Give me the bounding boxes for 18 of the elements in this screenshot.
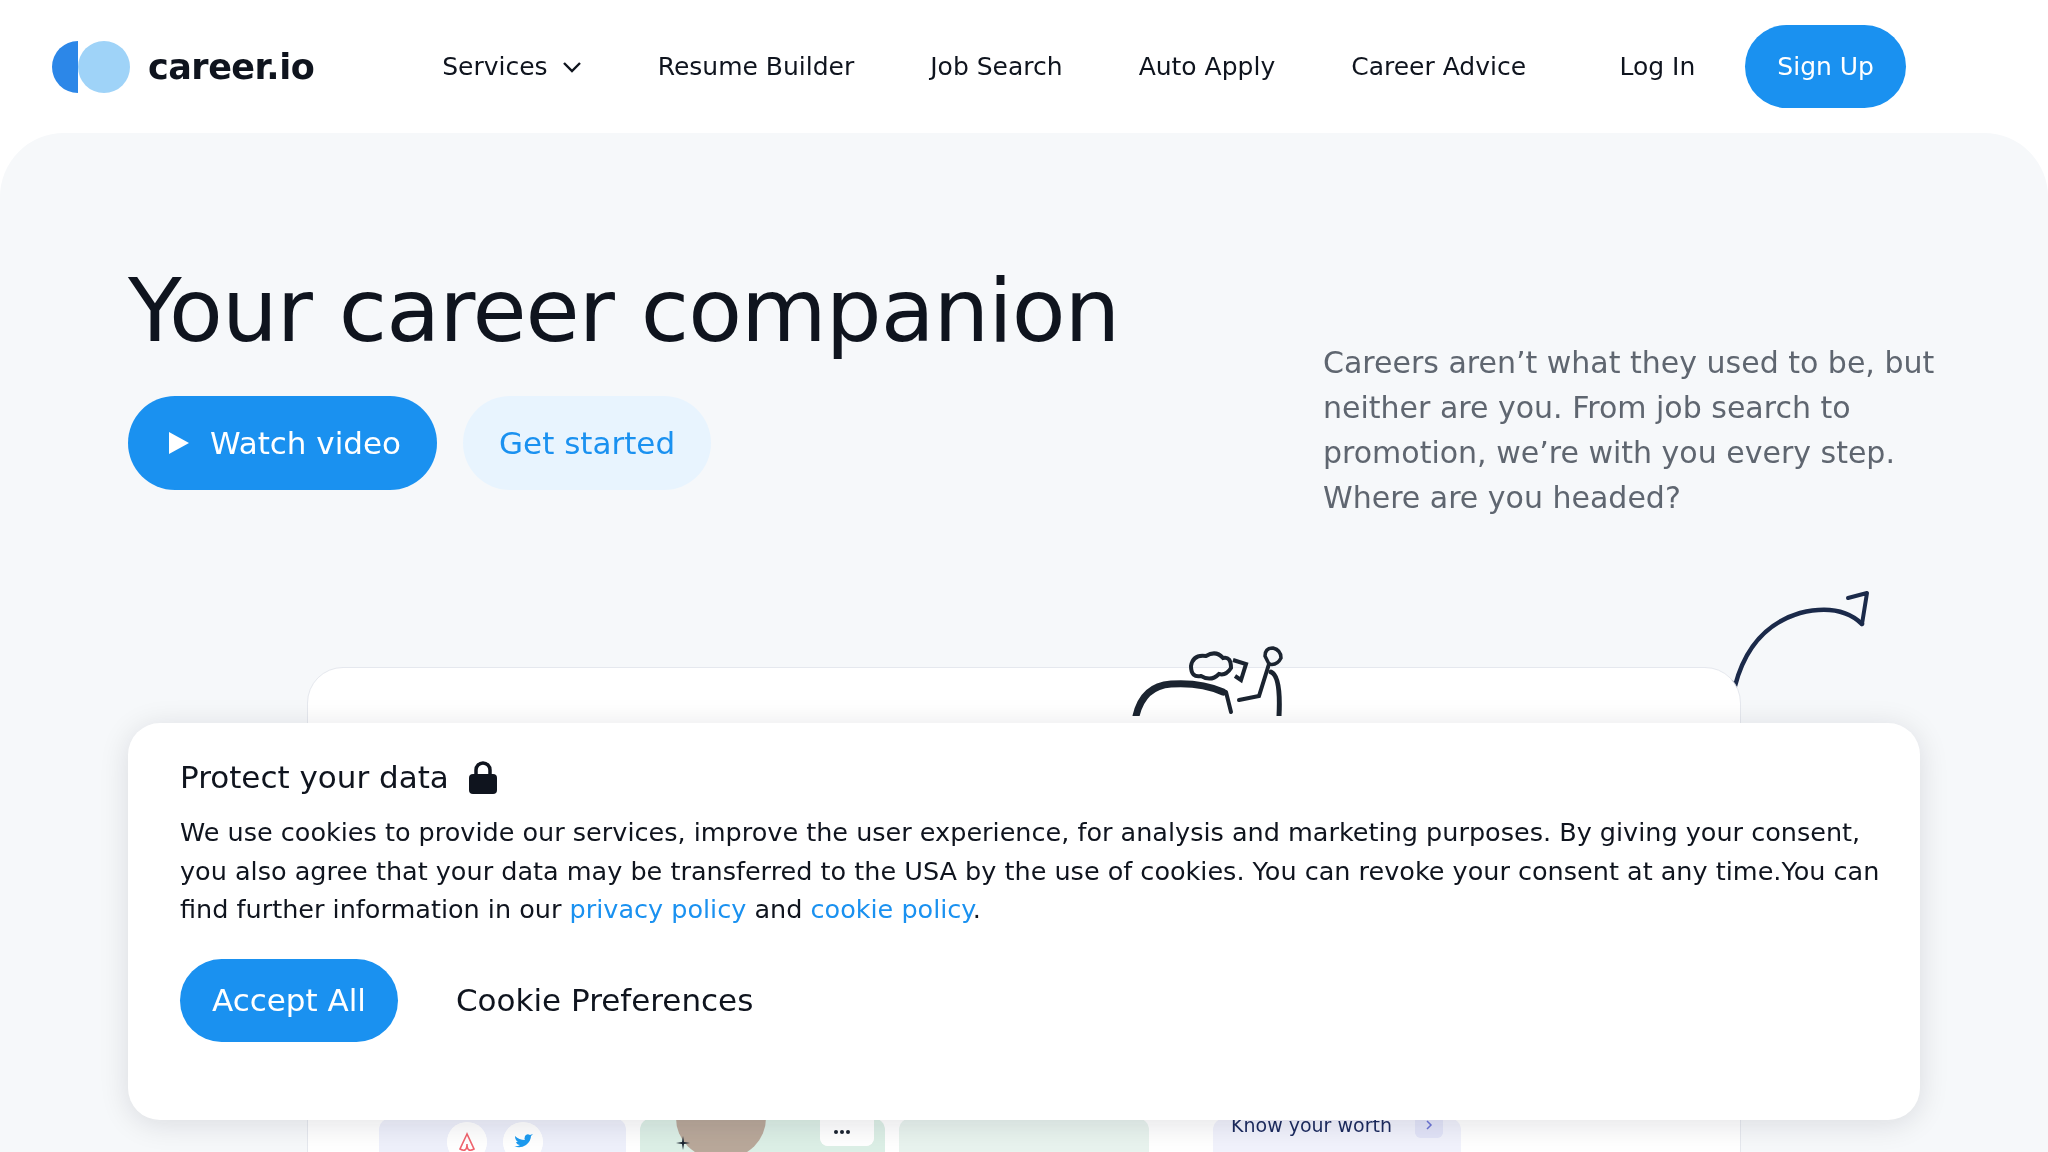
cookie-preferences-button[interactable]: Cookie Preferences bbox=[449, 981, 760, 1019]
login-button[interactable]: Log In bbox=[1613, 51, 1702, 82]
tile-heading: Know your worth bbox=[1231, 1114, 1392, 1136]
hero-title: Your career companion bbox=[128, 263, 1121, 360]
logo-icon[interactable] bbox=[52, 40, 130, 93]
play-icon bbox=[168, 430, 190, 455]
sparkle-icon bbox=[676, 1136, 690, 1150]
lock-icon bbox=[468, 760, 497, 794]
dialog-title: Protect your data bbox=[180, 759, 449, 795]
cookie-notice-text: We use cookies to provide our services, improve the user experience, for analysis and marketing purposes. By giving your consent, you also agree that your data may be transferred to the USA by the use of cookies. You can revoke your consent at any time.You can find further information in our privacy policy and cookie policy. bbox=[180, 816, 1880, 926]
nav-link[interactable]: Career Advice bbox=[1313, 52, 1565, 81]
nav-link[interactable]: Resume Builder bbox=[619, 52, 893, 81]
hero-description: Careers aren’t what they used to be, but neither are you. From job search to promotion, we’re with you every step. Where are you headed? bbox=[1323, 344, 1936, 517]
nav-link[interactable]: Auto Apply bbox=[1100, 52, 1314, 81]
chevron-down-icon bbox=[561, 60, 582, 73]
nav-dropdown[interactable]: Services bbox=[404, 52, 620, 81]
nav-link[interactable]: Job Search bbox=[892, 52, 1101, 81]
logo-text[interactable]: career.io bbox=[148, 46, 315, 87]
